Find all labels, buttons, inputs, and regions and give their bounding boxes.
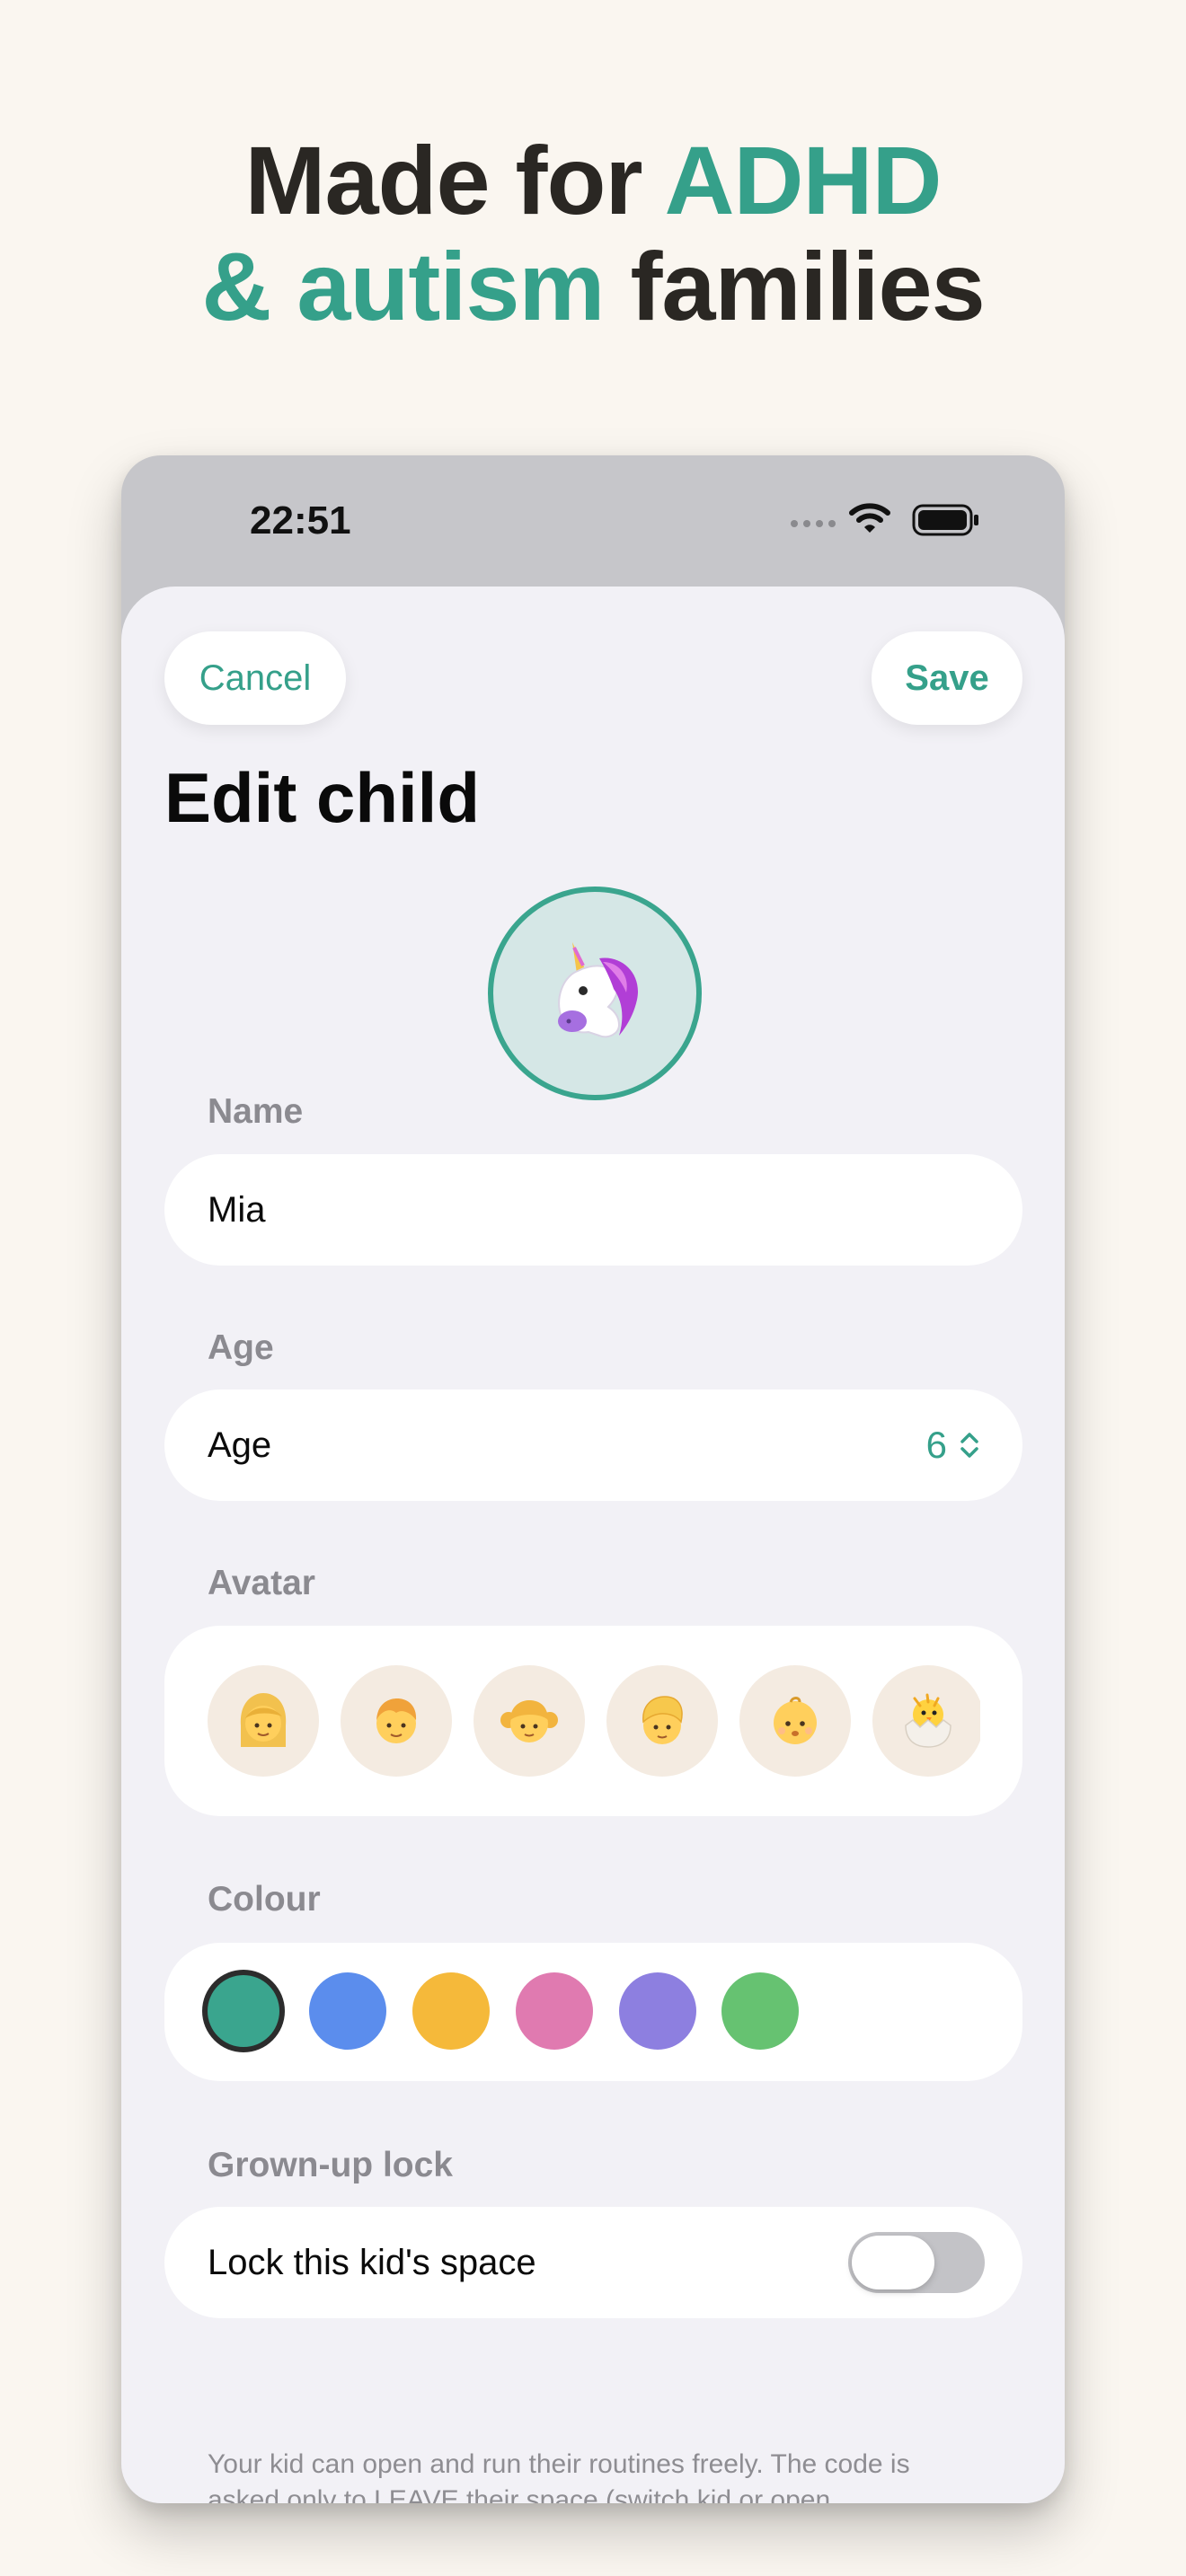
name-value: Mia bbox=[208, 1190, 266, 1230]
lock-footnote: Your kid can open and run their routines… bbox=[208, 2447, 980, 2503]
colour-swatch-pink[interactable] bbox=[516, 1972, 593, 2050]
headline: Made for ADHD & autism families bbox=[0, 128, 1186, 340]
edit-child-sheet: Cancel Save Edit child Name Mia Age Age … bbox=[121, 587, 1065, 2503]
avatar-options-row[interactable] bbox=[208, 1665, 980, 1777]
selected-avatar[interactable] bbox=[488, 887, 702, 1100]
name-field[interactable]: Mia bbox=[164, 1154, 1022, 1266]
age-field-label: Age bbox=[208, 1425, 272, 1465]
cancel-button[interactable]: Cancel bbox=[164, 631, 346, 725]
colour-label: Colour bbox=[208, 1880, 321, 1919]
headline-plain-1: Made for bbox=[244, 126, 665, 234]
avatar-option[interactable] bbox=[606, 1665, 718, 1777]
footnote-line-1: Your kid can open and run their routines… bbox=[208, 2449, 910, 2479]
status-time: 22:51 bbox=[250, 498, 351, 543]
avatar-option[interactable] bbox=[872, 1665, 980, 1777]
colour-swatch-purple[interactable] bbox=[619, 1972, 696, 2050]
page-title: Edit child bbox=[164, 758, 480, 837]
blond-person-emoji-icon bbox=[642, 1696, 683, 1744]
headline-plain-2: families bbox=[604, 232, 985, 340]
headline-line-2: & autism families bbox=[0, 234, 1186, 340]
avatar-option[interactable] bbox=[208, 1665, 319, 1777]
colour-swatch-teal[interactable] bbox=[208, 1975, 279, 2047]
girl-emoji-icon bbox=[500, 1700, 558, 1742]
woman-emoji-icon bbox=[240, 1693, 287, 1747]
avatar-label: Avatar bbox=[208, 1564, 315, 1602]
age-value: 6 bbox=[925, 1424, 947, 1466]
phone-frame: 22:51 Cancel Save Edit child Name Mia Ag… bbox=[121, 455, 1065, 2503]
lock-toggle[interactable] bbox=[848, 2232, 985, 2293]
battery-icon bbox=[912, 504, 978, 536]
save-button[interactable]: Save bbox=[872, 631, 1022, 725]
avatar-option[interactable] bbox=[739, 1665, 851, 1777]
wifi-icon bbox=[849, 503, 890, 533]
hatching-chick-emoji-icon bbox=[905, 1693, 951, 1748]
colour-swatch-green[interactable] bbox=[721, 1972, 799, 2050]
lock-row: Lock this kid's space bbox=[164, 2207, 1022, 2318]
boy-emoji-icon bbox=[376, 1698, 417, 1743]
chevron-up-down-icon bbox=[960, 1433, 978, 1458]
unicorn-icon bbox=[558, 942, 638, 1038]
avatar-option[interactable] bbox=[341, 1665, 452, 1777]
toggle-knob bbox=[852, 2236, 934, 2289]
baby-emoji-icon bbox=[774, 1697, 817, 1744]
name-label: Name bbox=[208, 1092, 304, 1131]
footnote-line-2: asked only to LEAVE their space (switch … bbox=[208, 2485, 831, 2503]
colour-picker bbox=[164, 1943, 1022, 2081]
headline-accent-2: & autism bbox=[201, 232, 605, 340]
colour-swatch-blue[interactable] bbox=[309, 1972, 386, 2050]
age-label: Age bbox=[208, 1328, 274, 1367]
avatar-picker bbox=[164, 1626, 1022, 1816]
avatar-option[interactable] bbox=[474, 1665, 585, 1777]
lock-label: Grown-up lock bbox=[208, 2146, 453, 2184]
status-bar: 22:51 bbox=[121, 455, 1065, 587]
colour-swatch-yellow[interactable] bbox=[412, 1972, 490, 2050]
age-field[interactable]: Age 6 bbox=[164, 1389, 1022, 1501]
age-stepper[interactable]: 6 bbox=[926, 1389, 979, 1501]
lock-toggle-label: Lock this kid's space bbox=[208, 2243, 536, 2282]
headline-line-1: Made for ADHD bbox=[0, 128, 1186, 234]
headline-accent-1: ADHD bbox=[664, 126, 943, 234]
cellular-signal-icon bbox=[791, 509, 836, 527]
